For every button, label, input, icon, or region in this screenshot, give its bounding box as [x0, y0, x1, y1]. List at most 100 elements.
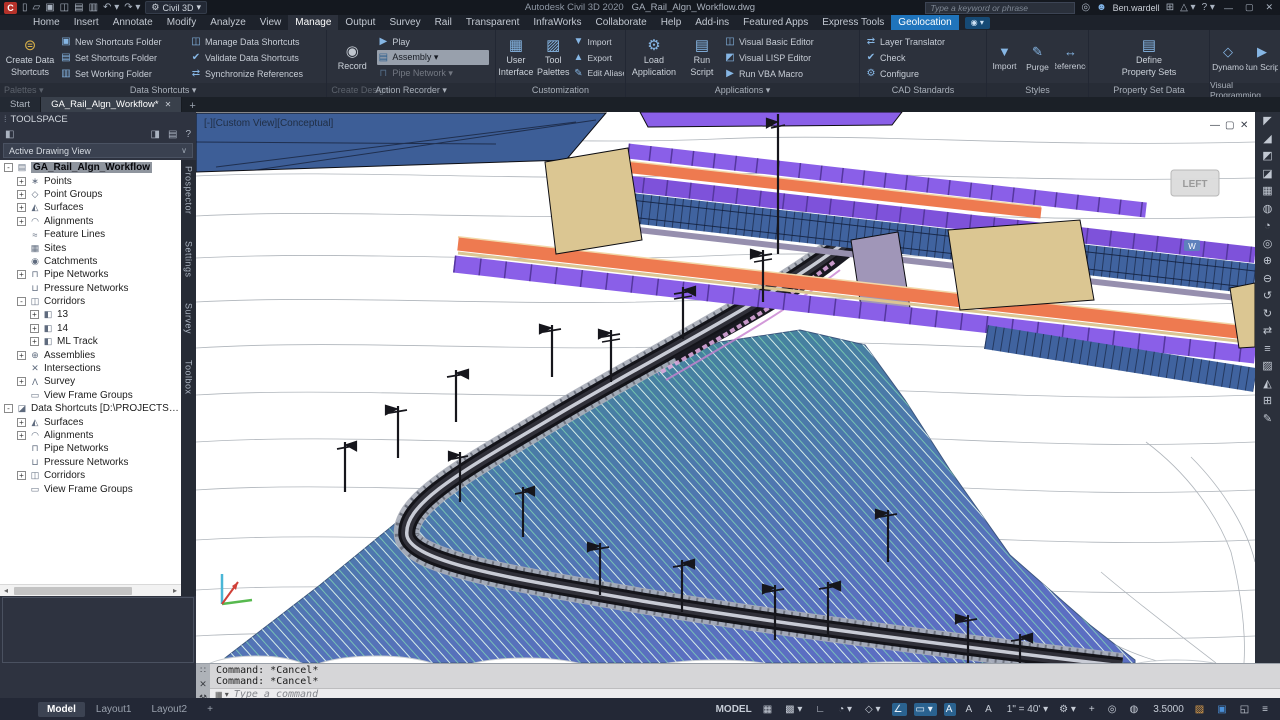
elevation-value[interactable]: 3.5000	[1149, 703, 1186, 716]
pan-icon[interactable]: ⇄	[1263, 325, 1272, 337]
steering-wheel-icon[interactable]: ◍	[1263, 203, 1273, 215]
ribbon-button[interactable]: ✎ Purge	[1022, 32, 1053, 83]
panorama-icon[interactable]: ◨	[151, 129, 160, 140]
tree-expander[interactable]: +	[17, 270, 26, 279]
tree-item[interactable]: + ◫ Corridors	[0, 469, 181, 482]
surface-tool-icon[interactable]: ◭	[1263, 378, 1271, 390]
view-selector-dropdown[interactable]: Active Drawing View ∨	[3, 143, 193, 158]
layout2-tab[interactable]: Layout2	[142, 702, 196, 717]
redo-icon[interactable]: ↷ ▾	[124, 2, 140, 14]
open-folder-icon[interactable]: ▱	[33, 2, 41, 14]
restore-button[interactable]: ▢	[1242, 2, 1257, 13]
tree-item[interactable]: - ◫ Corridors	[0, 295, 181, 308]
scroll-right-icon[interactable]: ▸	[169, 586, 181, 595]
layer-walk-icon[interactable]: ◢	[1263, 133, 1271, 145]
grid-display-icon[interactable]: ▦	[761, 703, 776, 716]
tray-icon[interactable]: ▨	[1193, 703, 1208, 716]
tree-item[interactable]: + ⊓ Pipe Networks	[0, 268, 181, 281]
help-icon[interactable]: ? ▾	[1202, 2, 1215, 14]
tree-expander[interactable]	[17, 230, 26, 239]
layout1-tab[interactable]: Layout1	[87, 702, 141, 717]
tree-item[interactable]: ▭ View Frame Groups	[0, 482, 181, 495]
ribbon-tab[interactable]: Output	[338, 15, 382, 30]
tree-item[interactable]: ✕ Intersections	[0, 362, 181, 375]
tree-expander[interactable]: +	[17, 177, 26, 186]
load-application-button[interactable]: ⚙ Load Application	[628, 32, 680, 83]
ribbon-button[interactable]: ◫ Manage Data Shortcuts	[190, 34, 324, 49]
drawing-restore-icon[interactable]: ▢	[1225, 120, 1234, 131]
palette-grip[interactable]: ⁞	[4, 114, 7, 124]
tree-item[interactable]: ▦ Sites	[0, 241, 181, 254]
ribbon-button[interactable]: ▥ Set Working Folder	[60, 66, 188, 81]
object-snap-icon[interactable]: ∠	[892, 703, 907, 716]
orbit-icon[interactable]: ◔	[1264, 220, 1271, 232]
close-button[interactable]: ✕	[1262, 2, 1276, 13]
tree-expander[interactable]: +	[17, 217, 26, 226]
tree-expander[interactable]	[17, 458, 26, 467]
ribbon-tab[interactable]: Collaborate	[589, 15, 654, 30]
grid-snap-icon[interactable]: ▦	[1262, 185, 1272, 197]
ribbon-tab[interactable]: Insert	[67, 15, 106, 30]
toolspace-side-tab[interactable]: Survey	[184, 303, 194, 334]
window-select-icon[interactable]: ⊞	[1263, 395, 1272, 407]
customization-menu-icon[interactable]: ≡	[1260, 703, 1272, 716]
ribbon-button[interactable]: ▤ Set Shortcuts Folder	[60, 50, 188, 65]
ribbon-tab[interactable]: Transparent	[459, 15, 527, 30]
ribbon-button[interactable]: ⊓ Pipe Network ▾	[377, 66, 489, 81]
ribbon-button[interactable]: ✎ Edit Aliases ▾	[572, 66, 624, 81]
tree-expander[interactable]: +	[17, 351, 26, 360]
geographic-location-icon[interactable]: ◍	[1127, 703, 1142, 716]
ribbon-button[interactable]: ⇄ Layer Translator	[865, 34, 981, 49]
tree-item[interactable]: ◉ Catchments	[0, 255, 181, 268]
nav-menu-icon[interactable]: ≡	[1264, 343, 1270, 355]
ribbon-button[interactable]: ◩ Visual LISP Editor	[724, 50, 852, 65]
tree-item[interactable]: + ◠ Alignments	[0, 215, 181, 228]
tree-expander[interactable]: +	[17, 471, 26, 480]
ribbon-button[interactable]: ▶ Run Script	[1246, 32, 1278, 83]
app-menu-button[interactable]: C	[4, 2, 17, 14]
ribbon-tab[interactable]: Express Tools	[815, 15, 891, 30]
ribbon-button[interactable]: ◫ Visual Basic Editor	[724, 34, 852, 49]
drawing-minimize-icon[interactable]: —	[1210, 120, 1220, 131]
save-icon[interactable]: ▣	[45, 2, 54, 14]
tree-item[interactable]: ⊓ Pipe Networks	[0, 442, 181, 455]
clean-screen-icon[interactable]: ◱	[1238, 703, 1253, 716]
user-interface-button[interactable]: ▦ User Interface	[498, 32, 534, 83]
tree-expander[interactable]	[17, 444, 26, 453]
tree-expander[interactable]: -	[17, 297, 26, 306]
model-tab[interactable]: Model	[38, 702, 85, 717]
close-drawing-icon[interactable]: ✕	[165, 100, 172, 109]
ribbon-tab[interactable]: Rail	[428, 15, 459, 30]
annotation-autoscale-icon[interactable]: A	[963, 703, 976, 716]
tree-expander[interactable]	[17, 244, 26, 253]
tree-expander[interactable]: +	[17, 203, 26, 212]
view-top-icon[interactable]: ◩	[1262, 150, 1272, 162]
tree-expander[interactable]: +	[17, 418, 26, 427]
annotation-visibility-icon[interactable]: A	[944, 703, 957, 716]
tree-item[interactable]: + ◠ Alignments	[0, 429, 181, 442]
redo-view-icon[interactable]: ↻	[1263, 308, 1272, 320]
tree-expander[interactable]: +	[30, 337, 39, 346]
ribbon-tab[interactable]: Add-ins	[688, 15, 736, 30]
viewport-controls-label[interactable]: [-][Custom View][Conceptual]	[204, 118, 334, 129]
new-layout-tab[interactable]: +	[198, 702, 222, 717]
event-viewer-icon[interactable]: ▤	[168, 129, 177, 140]
ribbon-tab[interactable]: Annotate	[106, 15, 160, 30]
tree-item[interactable]: ⊔ Pressure Networks	[0, 282, 181, 295]
isodraft-icon[interactable]: ◇ ▾	[863, 703, 885, 716]
command-grip-icon[interactable]: ∷	[200, 665, 206, 676]
zoom-realtime-icon[interactable]: ◎	[1263, 238, 1273, 250]
zoom-out-icon[interactable]: ⊖	[1263, 273, 1272, 285]
tree-expander[interactable]	[17, 364, 26, 373]
tree-item-drawing-root[interactable]: - ▤ GA_Rail_Algn_Workflow	[0, 161, 181, 174]
ribbon-tab[interactable]: Analyze	[203, 15, 253, 30]
ribbon-button[interactable]: ▣ New Shortcuts Folder	[60, 34, 188, 49]
tree-expander[interactable]: +	[30, 310, 39, 319]
tree-expander[interactable]: -	[4, 404, 13, 413]
sketch-icon[interactable]: ✎	[1263, 413, 1272, 425]
search-icon[interactable]: ◎	[1081, 2, 1090, 14]
toolspace-side-tab[interactable]: Settings	[184, 241, 194, 278]
notification-icon[interactable]: △ ▾	[1180, 2, 1196, 14]
scrollbar-thumb[interactable]	[14, 587, 132, 595]
keyword-search-input[interactable]	[925, 2, 1075, 14]
